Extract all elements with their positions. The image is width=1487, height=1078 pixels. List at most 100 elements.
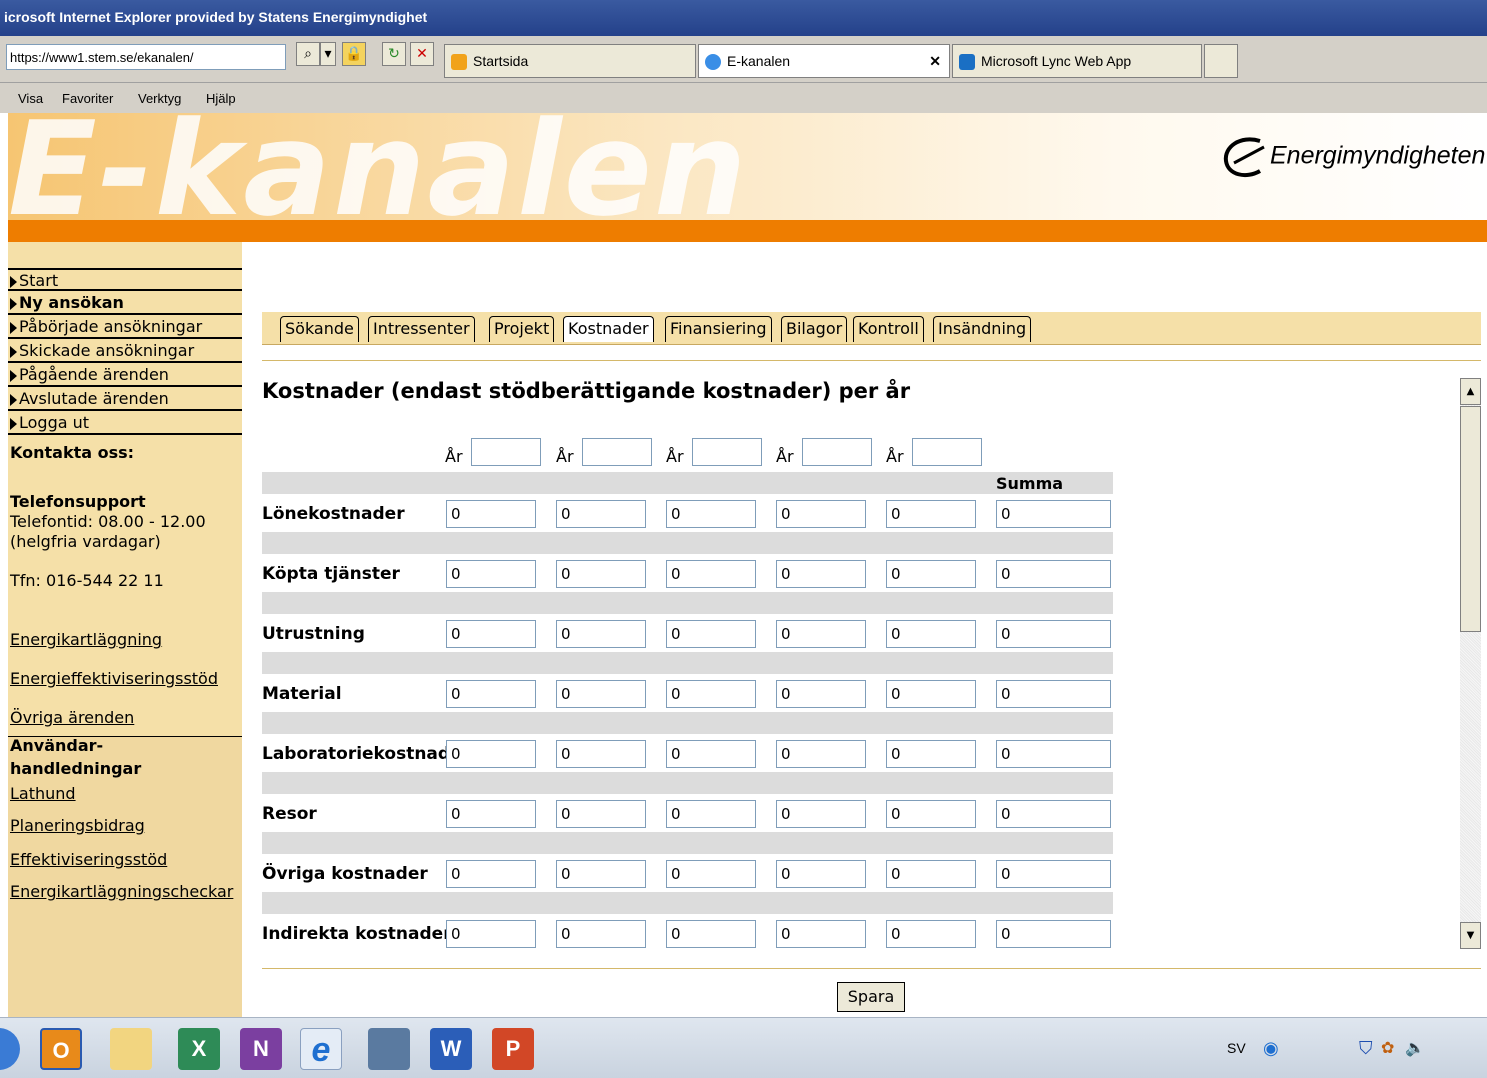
sum-input[interactable]: 0 (996, 740, 1111, 768)
cost-input[interactable]: 0 (666, 620, 756, 648)
cost-input[interactable]: 0 (776, 500, 866, 528)
lock-icon[interactable]: 🔒 (342, 42, 366, 66)
reader-icon[interactable] (368, 1028, 410, 1070)
volume-icon[interactable]: 🔈 (1405, 1038, 1425, 1058)
chevron-down-icon[interactable]: ▾ (320, 42, 336, 66)
cost-input[interactable]: 0 (886, 800, 976, 828)
cost-input[interactable]: 0 (556, 500, 646, 528)
sum-input[interactable]: 0 (996, 620, 1111, 648)
tab-kontroll[interactable]: Kontroll (853, 316, 924, 342)
cost-input[interactable]: 0 (446, 500, 536, 528)
menu-verktyg[interactable]: Verktyg (138, 91, 181, 106)
language-indicator[interactable]: SV (1227, 1040, 1246, 1056)
internet-explorer-icon[interactable]: e (300, 1028, 342, 1070)
cost-input[interactable]: 0 (556, 560, 646, 588)
tab-finansiering[interactable]: Finansiering (665, 316, 772, 342)
cost-input[interactable]: 0 (776, 920, 866, 948)
cost-input[interactable]: 0 (886, 860, 976, 888)
cost-input[interactable]: 0 (556, 620, 646, 648)
cost-input[interactable]: 0 (446, 800, 536, 828)
scroll-thumb[interactable] (1460, 406, 1481, 632)
sum-input[interactable]: 0 (996, 920, 1111, 948)
menu-hjalp[interactable]: Hjälp (206, 91, 236, 106)
sum-input[interactable]: 0 (996, 680, 1111, 708)
cost-input[interactable]: 0 (446, 620, 536, 648)
cost-input[interactable]: 0 (556, 920, 646, 948)
nav-start[interactable]: Start (8, 268, 242, 291)
browser-tab-startsida[interactable]: Startsida (444, 44, 696, 78)
nav-skickade-ansokningar[interactable]: Skickade ansökningar (8, 340, 242, 363)
cost-input[interactable]: 0 (556, 740, 646, 768)
cost-input[interactable]: 0 (886, 920, 976, 948)
cost-input[interactable]: 0 (446, 560, 536, 588)
cost-input[interactable]: 0 (556, 680, 646, 708)
powerpoint-icon[interactable]: P (492, 1028, 534, 1070)
link-ovriga-arenden[interactable]: Övriga ärenden (10, 708, 134, 727)
browser-tab-ekanalen[interactable]: E-kanalen ✕ (698, 44, 950, 78)
shield-icon[interactable]: ⛉ (1359, 1038, 1373, 1059)
sum-input[interactable]: 0 (996, 860, 1111, 888)
tab-projekt[interactable]: Projekt (489, 316, 555, 342)
tab-sokande[interactable]: Sökande (280, 316, 359, 342)
cost-input[interactable]: 0 (776, 620, 866, 648)
cost-input[interactable]: 0 (666, 860, 756, 888)
cost-input[interactable]: 0 (776, 860, 866, 888)
cost-input[interactable]: 0 (776, 800, 866, 828)
cost-input[interactable]: 0 (666, 800, 756, 828)
cost-input[interactable]: 0 (666, 560, 756, 588)
sum-input[interactable]: 0 (996, 800, 1111, 828)
cost-input[interactable]: 0 (776, 740, 866, 768)
cost-input[interactable]: 0 (886, 560, 976, 588)
year-input-3[interactable] (692, 438, 762, 466)
sum-input[interactable]: 0 (996, 500, 1111, 528)
cost-input[interactable]: 0 (886, 680, 976, 708)
tab-kostnader[interactable]: Kostnader (563, 316, 654, 342)
save-button[interactable]: Spara (837, 982, 905, 1012)
refresh-icon[interactable]: ↻ (382, 42, 406, 66)
link-energieffektiviseringsstod[interactable]: Energieffektiviseringsstöd (10, 669, 218, 688)
cost-input[interactable]: 0 (666, 740, 756, 768)
year-input-4[interactable] (802, 438, 872, 466)
cost-input[interactable]: 0 (776, 680, 866, 708)
nav-paborjade-ansokningar[interactable]: Påbörjade ansökningar (8, 316, 242, 339)
link-energikartlaggningscheckar[interactable]: Energikartläggningscheckar (10, 882, 233, 901)
word-icon[interactable]: W (430, 1028, 472, 1070)
tab-intressenter[interactable]: Intressenter (368, 316, 475, 342)
cost-input[interactable]: 0 (886, 500, 976, 528)
nav-ny-ansokan[interactable]: Ny ansökan (8, 292, 242, 315)
sum-input[interactable]: 0 (996, 560, 1111, 588)
year-input-2[interactable] (582, 438, 652, 466)
folder-icon[interactable] (110, 1028, 152, 1070)
address-bar[interactable]: https://www1.stem.se/ekanalen/ (6, 44, 286, 70)
cost-input[interactable]: 0 (446, 920, 536, 948)
cost-input[interactable]: 0 (666, 500, 756, 528)
onenote-icon[interactable]: N (240, 1028, 282, 1070)
nav-pagaende-arenden[interactable]: Pågående ärenden (8, 364, 242, 387)
browser-tab-lync[interactable]: Microsoft Lync Web App (952, 44, 1202, 78)
cost-input[interactable]: 0 (556, 860, 646, 888)
menu-visa[interactable]: Visa (18, 91, 43, 106)
nav-logga-ut[interactable]: Logga ut (8, 412, 242, 435)
outlook-icon[interactable]: O (40, 1028, 82, 1070)
link-planeringsbidrag[interactable]: Planeringsbidrag (10, 816, 145, 835)
nav-avslutade-arenden[interactable]: Avslutade ärenden (8, 388, 242, 411)
cost-input[interactable]: 0 (556, 800, 646, 828)
cost-input[interactable]: 0 (666, 680, 756, 708)
scroll-up-icon[interactable]: ▲ (1460, 378, 1481, 405)
scroll-down-icon[interactable]: ▼ (1460, 922, 1481, 949)
start-button-icon[interactable] (0, 1028, 20, 1070)
new-tab-button[interactable] (1204, 44, 1238, 78)
tab-bilagor[interactable]: Bilagor (781, 316, 848, 342)
year-input-1[interactable] (471, 438, 541, 466)
link-lathund[interactable]: Lathund (10, 784, 76, 803)
cost-input[interactable]: 0 (446, 860, 536, 888)
search-dropdown-icon[interactable]: ⌕ (296, 42, 320, 66)
stop-icon[interactable]: ✕ (410, 42, 434, 66)
vertical-scrollbar[interactable]: ▲ ▼ (1460, 378, 1481, 949)
close-tab-icon[interactable]: ✕ (929, 45, 941, 77)
menu-favoriter[interactable]: Favoriter (62, 91, 113, 106)
link-energikartlaggning[interactable]: Energikartläggning (10, 630, 162, 649)
tab-insandning[interactable]: Insändning (933, 316, 1032, 342)
link-effektiviseringsstod[interactable]: Effektiviseringsstöd (10, 850, 167, 869)
cost-input[interactable]: 0 (776, 560, 866, 588)
